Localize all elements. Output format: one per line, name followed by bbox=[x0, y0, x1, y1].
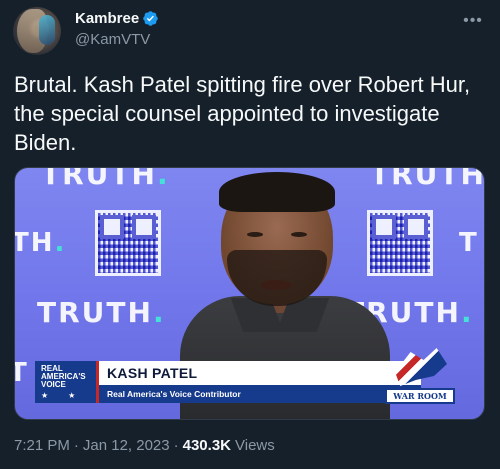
tweet-media-video[interactable]: TRUTH. TRUTH. TH. TH. T TRUTH. TRUTH. T … bbox=[14, 167, 485, 420]
author-name-row[interactable]: Kambree bbox=[75, 10, 159, 27]
chyron-name: KASH PATEL bbox=[107, 365, 198, 381]
avatar[interactable] bbox=[13, 7, 61, 55]
truth-watermark: T bbox=[459, 228, 479, 258]
tweet-meta: 7:21 PM · Jan 12, 2023 · 430.3K Views bbox=[14, 437, 275, 454]
author-display-name[interactable]: Kambree bbox=[75, 10, 139, 27]
speaker-eye bbox=[291, 232, 307, 237]
tweet-time[interactable]: 7:21 PM bbox=[14, 437, 70, 454]
more-horizontal-icon[interactable]: ••• bbox=[462, 10, 484, 32]
speaker-eye bbox=[247, 232, 263, 237]
real-americas-voice-logo: REAL AMERICA'S VOICE ★★ bbox=[35, 361, 99, 403]
war-room-label: WAR ROOM bbox=[385, 388, 455, 404]
truth-watermark: TRUTH. bbox=[41, 167, 170, 191]
separator-dot: · bbox=[73, 437, 79, 454]
truth-watermark: T bbox=[15, 358, 29, 388]
truth-watermark: TH. bbox=[14, 228, 67, 258]
speaker-mouth bbox=[261, 280, 291, 290]
qr-code bbox=[95, 210, 161, 276]
separator-dot: · bbox=[173, 437, 179, 454]
tweet: Kambree @KamVTV ••• Brutal. Kash Patel s… bbox=[0, 0, 500, 469]
chyron-title: Real America's Voice Contributor bbox=[99, 385, 421, 403]
author-handle[interactable]: @KamVTV bbox=[75, 31, 150, 48]
war-room-logo: WAR ROOM bbox=[385, 348, 455, 406]
truth-watermark: TRUTH. bbox=[37, 296, 166, 329]
chyron-body: KASH PATEL Real America's Voice Contribu… bbox=[99, 361, 421, 403]
views-count[interactable]: 430.3K bbox=[183, 437, 231, 454]
tweet-text: Brutal. Kash Patel spitting fire over Ro… bbox=[14, 72, 471, 155]
avatar-background bbox=[39, 15, 55, 45]
lower-third-chyron: REAL AMERICA'S VOICE ★★ KASH PATEL Real … bbox=[35, 361, 421, 403]
verified-badge-icon bbox=[143, 11, 158, 26]
eagle-icon bbox=[395, 348, 447, 386]
tweet-date[interactable]: Jan 12, 2023 bbox=[83, 437, 170, 454]
speaker-hair bbox=[219, 172, 335, 212]
views-label[interactable]: Views bbox=[235, 437, 275, 454]
